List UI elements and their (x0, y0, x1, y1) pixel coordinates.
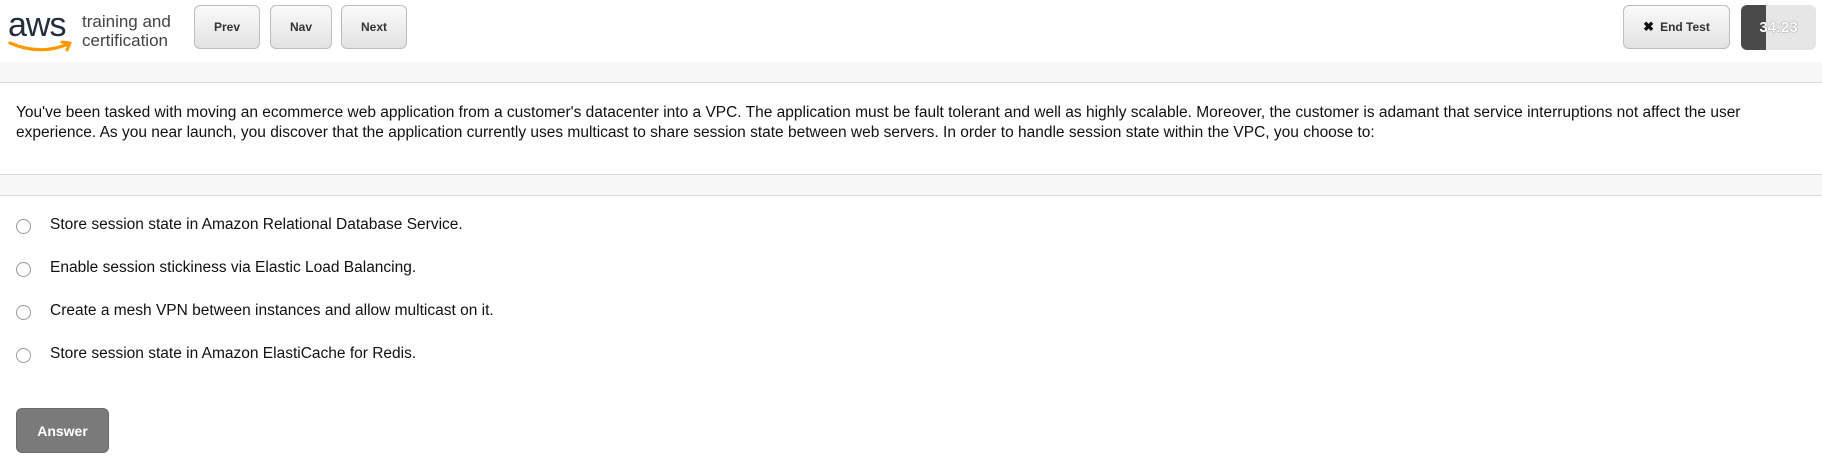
aws-training-logo: aws training and certification (6, 8, 176, 58)
tagline-line2: certification (82, 31, 168, 50)
radio-button[interactable] (16, 261, 31, 277)
end-test-label: End Test (1660, 20, 1710, 34)
answer-button[interactable]: Answer (16, 408, 109, 453)
countdown-timer: 34:23 (1741, 5, 1816, 50)
aws-smile-icon (8, 40, 72, 52)
nav-button[interactable]: Nav (270, 5, 332, 49)
prev-button[interactable]: Prev (194, 5, 260, 49)
aws-logo-text: aws (8, 6, 66, 44)
radio-button[interactable] (16, 347, 31, 363)
answer-option-label: Store session state in Amazon Relational… (50, 216, 463, 233)
answer-option-label: Create a mesh VPN between instances and … (50, 302, 494, 319)
timer-value: 34:23 (1759, 19, 1798, 36)
answer-option[interactable]: Enable session stickiness via Elastic Lo… (16, 256, 416, 280)
radio-button[interactable] (16, 304, 31, 320)
tagline-line1: training and (82, 12, 171, 31)
answer-option[interactable]: Store session state in Amazon ElastiCach… (16, 342, 416, 366)
divider-band-top (0, 62, 1822, 83)
answer-option[interactable]: Store session state in Amazon Relational… (16, 213, 463, 237)
logo-tagline: training and certification (82, 12, 171, 50)
header: aws training and certification Prev Nav … (0, 0, 1822, 62)
answer-option-label: Enable session stickiness via Elastic Lo… (50, 259, 417, 276)
answer-option-label: Store session state in Amazon ElastiCach… (50, 345, 417, 362)
close-icon: ✖ (1643, 19, 1655, 34)
radio-button[interactable] (16, 218, 31, 234)
next-button[interactable]: Next (341, 5, 407, 49)
question-text: You've been tasked with moving an ecomme… (16, 104, 1741, 141)
end-test-button[interactable]: ✖ End Test (1623, 5, 1730, 49)
answer-option[interactable]: Create a mesh VPN between instances and … (16, 299, 494, 323)
divider-band-middle (0, 174, 1822, 196)
